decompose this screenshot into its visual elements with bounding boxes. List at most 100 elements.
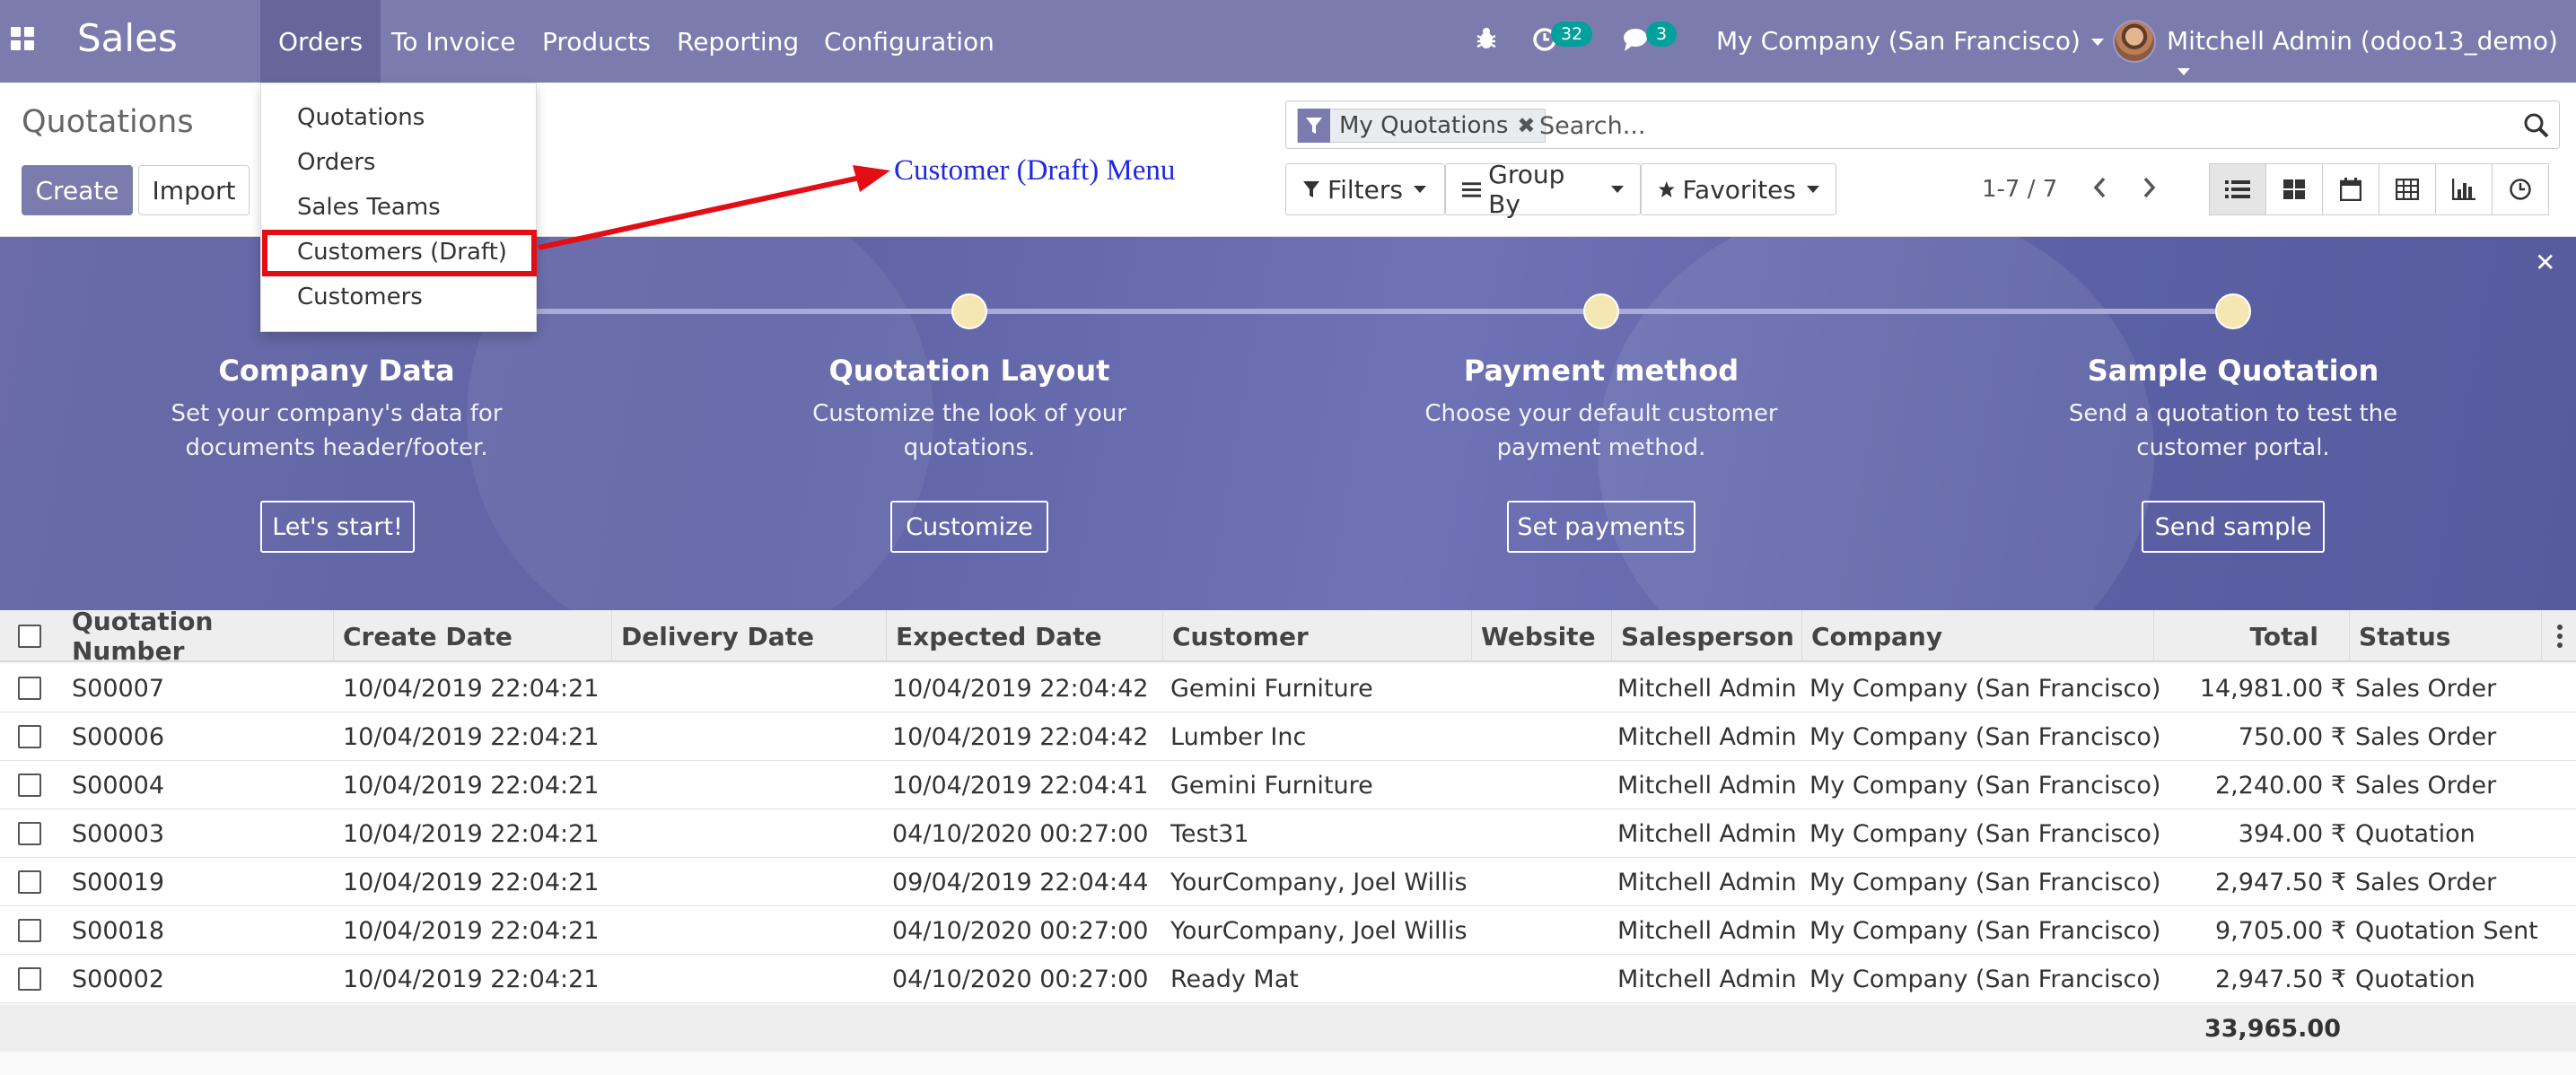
chevron-down-icon [1807,186,1819,193]
column-website[interactable]: Website [1472,610,1612,662]
activity-view-button[interactable] [2492,163,2549,215]
top-navbar: Sales Orders To Invoice Products Reporti… [0,0,2576,83]
app-title[interactable]: Sales [77,16,178,60]
cell-customer: Test31 [1170,819,1249,848]
kanban-view-button[interactable] [2265,163,2323,215]
list-view-button[interactable] [2209,163,2266,215]
step-sample-quotation: Sample Quotation Send a quotation to tes… [1982,354,2484,465]
chevron-down-icon [1611,186,1624,193]
column-total[interactable]: Total [2154,610,2350,662]
apps-grid-icon[interactable] [11,27,34,50]
user-name: Mitchell Admin (odoo13_demo) [2167,26,2558,56]
user-avatar[interactable] [2113,20,2156,63]
menu-to-invoice[interactable]: To Invoice [373,0,533,83]
column-create-date[interactable]: Create Date [334,610,612,662]
column-expected-date[interactable]: Expected Date [887,610,1163,662]
table-row[interactable]: S00003 10/04/2019 22:04:21 04/10/2020 00:2… [0,809,2576,858]
row-checkbox[interactable] [18,822,41,845]
table-row[interactable]: S00004 10/04/2019 22:04:21 10/04/2019 22:0… [0,761,2576,809]
group-by-button[interactable]: Group By [1445,160,1641,219]
send-sample-button[interactable]: Send sample [2142,501,2325,553]
row-checkbox[interactable] [18,870,41,894]
search-input[interactable] [1539,110,2491,141]
table-row[interactable]: S00007 10/04/2019 22:04:21 10/04/2019 22:0… [0,664,2576,712]
column-company[interactable]: Company [1802,610,2154,662]
cell-expected-date: 04/10/2020 00:27:00 [892,965,1149,993]
row-checkbox[interactable] [18,677,41,700]
row-checkbox[interactable] [18,773,41,797]
table-row[interactable]: S00006 10/04/2019 22:04:21 10/04/2019 22:0… [0,712,2576,761]
table-header: Quotation Number Create Date Delivery Da… [0,607,2576,666]
cell-create-date: 10/04/2019 22:04:21 [343,819,600,848]
calendar-view-button[interactable] [2322,163,2379,215]
cell-customer: Gemini Furniture [1170,771,1373,800]
step-description: documents header/footer. [185,434,488,461]
column-salesperson[interactable]: Salesperson [1612,610,1802,662]
list-view-icon [2225,180,2250,198]
step-company-data: Company Data Set your company's data for… [85,354,588,465]
cell-delivery-date [621,955,887,1003]
user-menu[interactable]: Mitchell Admin (odoo13_demo) [2167,26,2576,85]
cell-status: Quotation [2355,965,2475,993]
menu-item-quotations[interactable]: Quotations [261,95,536,140]
cell-total: 750.00 ₹ [2238,722,2346,751]
table-row[interactable]: S00018 10/04/2019 22:04:21 04/10/2020 00:2… [0,906,2576,955]
graph-view-button[interactable] [2435,163,2493,215]
step-dot [1583,293,1619,329]
company-switcher[interactable]: My Company (San Francisco) [1716,26,2104,56]
select-all-checkbox[interactable] [18,625,41,648]
column-quotation-number[interactable]: Quotation Number [63,607,334,666]
search-icon[interactable] [2523,112,2550,143]
cell-total: 2,947.50 ₹ [2215,965,2346,993]
cell-delivery-date [621,761,887,809]
search-facet: My Quotations ✖ [1297,109,1546,143]
table-row[interactable]: S00002 10/04/2019 22:04:21 04/10/2020 00:2… [0,955,2576,1003]
activity-count-badge: 32 [1551,22,1593,47]
menu-item-orders[interactable]: Orders [261,140,536,185]
optional-columns-icon[interactable] [2556,623,2563,653]
cell-delivery-date [621,712,887,761]
debug-bug-icon[interactable] [1476,25,1497,58]
company-name: My Company (San Francisco) [1716,26,2081,56]
create-button[interactable]: Create [22,165,133,215]
filters-label: Filters [1327,174,1403,205]
cell-company: My Company (San Francisco) [1809,771,2161,800]
column-customer[interactable]: Customer [1163,610,1472,662]
chevron-down-icon [2177,68,2190,75]
menu-orders[interactable]: Orders [260,0,381,83]
row-checkbox[interactable] [18,967,41,991]
close-icon[interactable]: ✕ [2535,248,2555,277]
column-status[interactable]: Status [2350,610,2542,662]
row-checkbox[interactable] [18,725,41,748]
table-row[interactable]: S00019 10/04/2019 22:04:21 09/04/2019 22:0… [0,858,2576,906]
cell-salesperson: Mitchell Admin [1617,722,1797,751]
chevron-down-icon [2090,39,2104,46]
cell-expected-date: 10/04/2019 22:04:41 [892,771,1149,800]
pager-value[interactable]: 1-7 / 7 [1982,176,2057,203]
menu-item-customers[interactable]: Customers [261,275,536,319]
cell-total: 9,705.00 ₹ [2215,916,2346,945]
cell-expected-date: 09/04/2019 22:04:44 [892,868,1149,896]
column-delivery-date[interactable]: Delivery Date [612,610,887,662]
menu-products[interactable]: Products [524,0,669,83]
step-dot [951,293,987,329]
cell-company: My Company (San Francisco) [1809,819,2161,848]
filters-button[interactable]: Filters [1285,163,1445,215]
favorites-button[interactable]: Favorites [1641,163,1836,215]
cell-website [1479,955,1612,1003]
footer-total: 33,965.00 [2204,1014,2341,1043]
pager-next-icon[interactable] [2142,172,2158,211]
menu-item-sales-teams[interactable]: Sales Teams [261,185,536,230]
row-checkbox[interactable] [18,919,41,942]
menu-configuration[interactable]: Configuration [806,0,1012,83]
pager-previous-icon[interactable] [2091,172,2107,211]
pivot-view-button[interactable] [2379,163,2436,215]
import-button[interactable]: Import [138,165,250,215]
lets-start-button[interactable]: Let's start! [260,501,415,553]
customize-button[interactable]: Customize [890,501,1048,553]
cell-expected-date: 04/10/2020 00:27:00 [892,819,1149,848]
cell-status: Sales Order [2355,722,2497,751]
set-payments-button[interactable]: Set payments [1507,501,1695,553]
menu-reporting[interactable]: Reporting [659,0,817,83]
menu-item-customers-draft[interactable]: Customers (Draft) [261,230,536,275]
